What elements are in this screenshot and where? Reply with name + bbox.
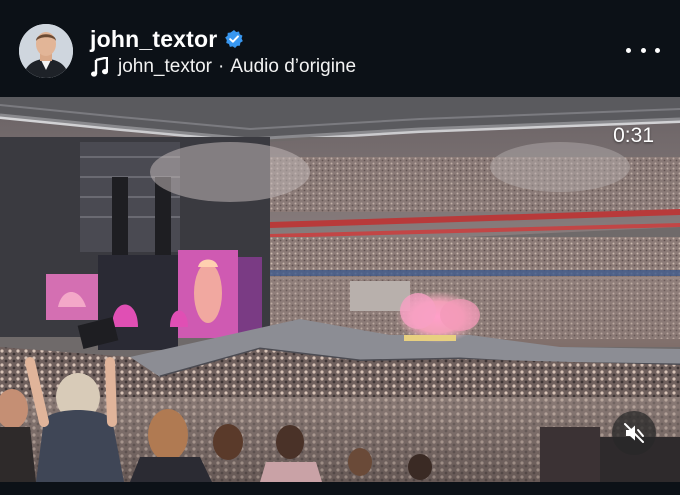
more-dot [655, 47, 660, 53]
audio-attribution[interactable]: john_textor · Audio d’origine [91, 55, 356, 79]
more-dot [640, 47, 646, 53]
avatar-image [19, 24, 73, 78]
audio-username: john_textor [118, 56, 213, 77]
music-note-icon [91, 57, 108, 77]
audio-separator: · [218, 56, 225, 77]
audio-label: Audio d’origine [230, 56, 357, 77]
speaker-muted-icon [624, 423, 644, 443]
verified-badge-icon [225, 30, 244, 48]
more-dot [626, 47, 631, 53]
mute-button[interactable] [612, 411, 656, 455]
video-frame [0, 97, 680, 482]
video-player[interactable]: 0:31 [0, 97, 680, 482]
username[interactable]: john_textor [90, 26, 217, 53]
post-footer [0, 482, 680, 495]
video-timer: 0:31 [613, 124, 654, 147]
post-header: john_textor john_textor · Audio d’origin… [0, 0, 680, 97]
username-row: john_textor [90, 25, 244, 53]
avatar[interactable] [19, 24, 73, 78]
more-options-icon[interactable] [626, 40, 660, 60]
